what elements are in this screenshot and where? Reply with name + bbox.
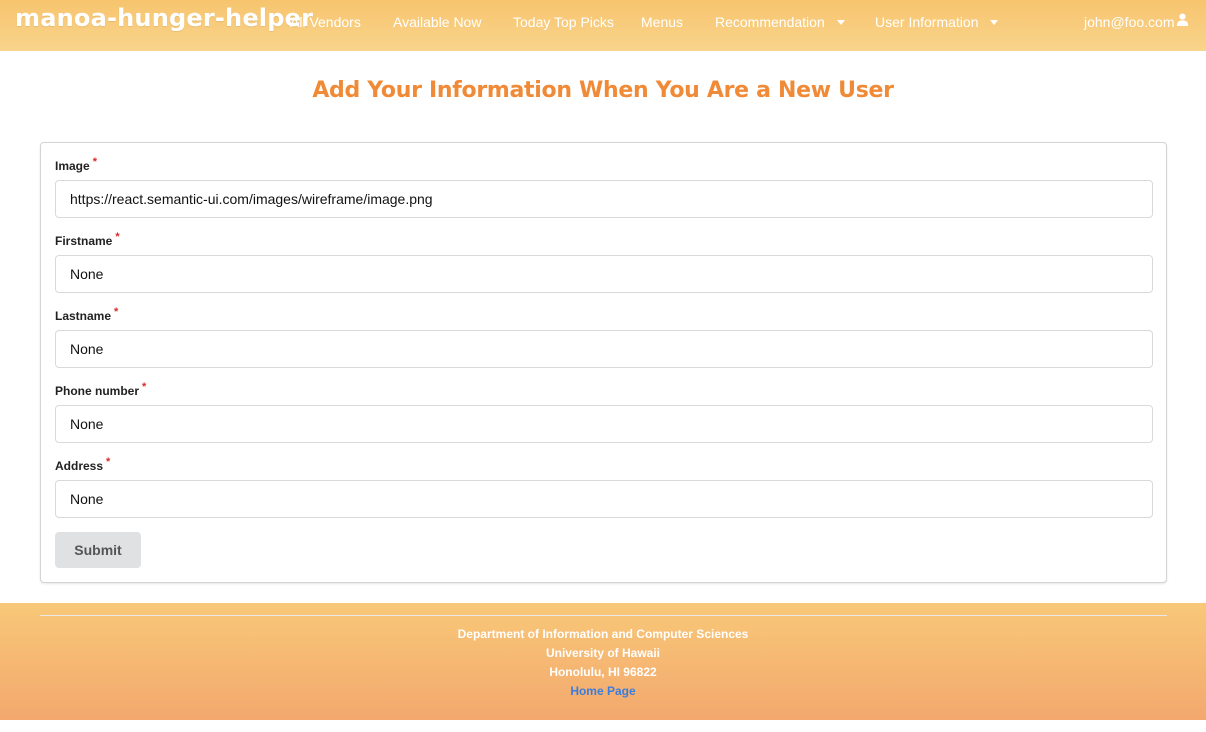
nav-today-top-picks[interactable]: Today Top Picks (513, 0, 614, 44)
required-marker: * (114, 306, 119, 318)
nav-user-information-label: User Information (875, 14, 979, 30)
submit-button[interactable]: Submit (55, 532, 141, 568)
footer-department: Department of Information and Computer S… (457, 627, 749, 641)
page-title: Add Your Information When You Are a New … (312, 78, 894, 103)
footer-university: University of Hawaii (545, 646, 661, 660)
lastname-field-label: Lastname * (55, 306, 119, 323)
lastname-input[interactable] (55, 330, 1153, 368)
chevron-down-icon (990, 19, 999, 25)
nav-recommendation-label: Recommendation (715, 14, 825, 30)
phone-number-field-label: Phone number * (55, 381, 147, 398)
image-url-input[interactable] (55, 180, 1153, 218)
required-marker: * (106, 456, 111, 468)
top-navbar: manoa-hunger-helper All Vendors Availabl… (0, 0, 1206, 51)
firstname-input[interactable] (55, 255, 1153, 293)
lastname-label-text: Lastname (55, 309, 112, 323)
nav-user-account[interactable]: john@foo.com (1084, 0, 1189, 44)
chevron-down-icon (836, 19, 845, 25)
nav-user-information-dropdown[interactable]: User Information (875, 0, 999, 44)
home-page-link[interactable]: Home Page (570, 684, 635, 698)
image-field-label: Image * (55, 156, 97, 173)
nav-menus[interactable]: Menus (641, 0, 683, 44)
required-marker: * (142, 381, 147, 393)
nav-recommendation-dropdown[interactable]: Recommendation (715, 0, 845, 44)
nav-available-now[interactable]: Available Now (393, 0, 481, 44)
brand-logo[interactable]: manoa-hunger-helper (15, 4, 313, 32)
firstname-label-text: Firstname (55, 234, 113, 248)
page-footer: Department of Information and Computer S… (0, 603, 1206, 720)
firstname-field-label: Firstname * (55, 231, 120, 248)
phone-number-input[interactable] (55, 405, 1153, 443)
footer-location: Honolulu, HI 96822 (549, 665, 657, 679)
address-input[interactable] (55, 480, 1153, 518)
footer-divider (40, 615, 1167, 616)
user-email: john@foo.com (1084, 14, 1175, 30)
image-label-text: Image (55, 159, 90, 173)
user-icon (1176, 0, 1189, 43)
address-label-text: Address (55, 459, 104, 473)
phone-number-label-text: Phone number (55, 384, 140, 398)
required-marker: * (115, 231, 120, 243)
address-field-label: Address * (55, 456, 111, 473)
nav-all-vendors[interactable]: All Vendors (290, 0, 361, 44)
required-marker: * (92, 156, 97, 168)
new-user-form: Image* Firstname* Lastname* Phone number… (40, 142, 1167, 583)
